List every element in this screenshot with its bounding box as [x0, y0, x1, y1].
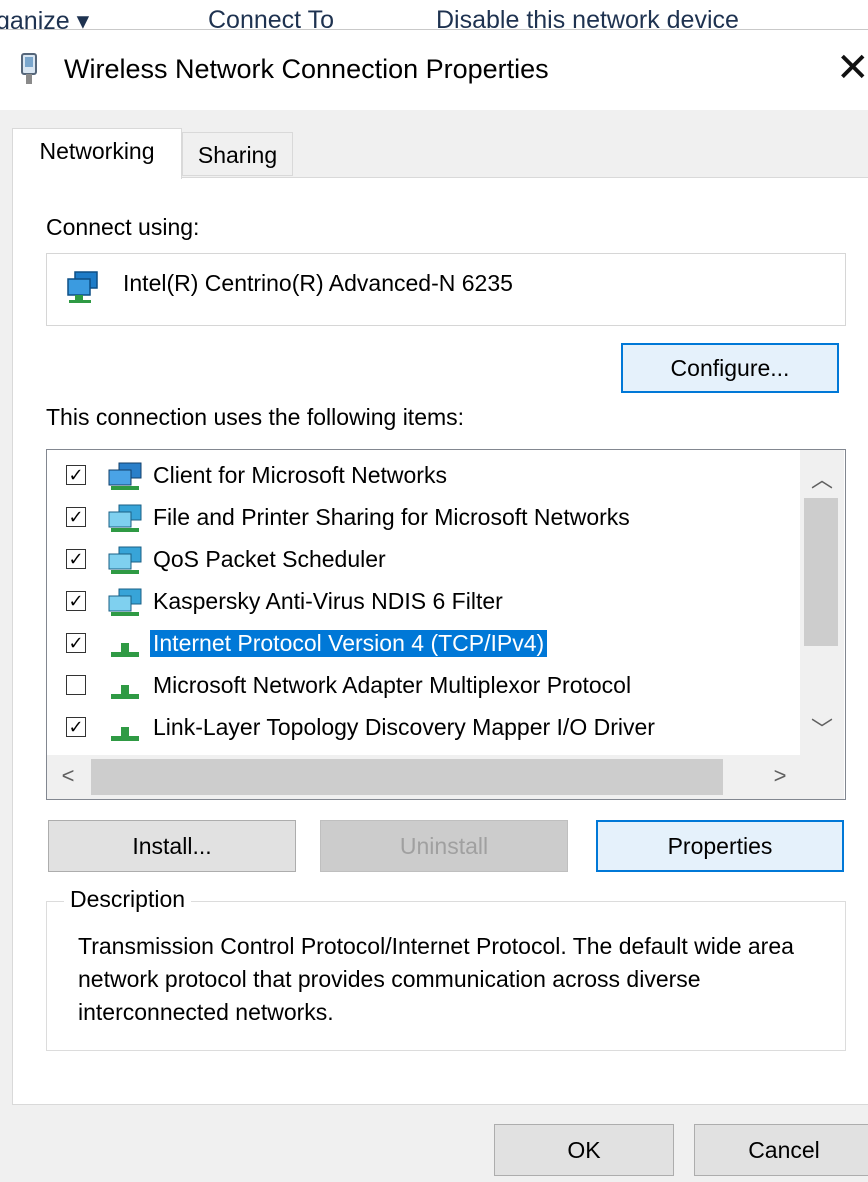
scroll-down-icon[interactable]: ﹀: [807, 712, 837, 744]
cancel-button[interactable]: Cancel: [694, 1124, 868, 1176]
background-toolbar-connect-to[interactable]: Connect To: [208, 6, 334, 30]
protocol-icon: [111, 643, 139, 657]
protocol-icon: [111, 727, 139, 741]
list-item-label: Link-Layer Topology Discovery Mapper I/O…: [153, 714, 655, 740]
background-toolbar-organize[interactable]: ganize ▾: [0, 6, 89, 30]
horizontal-scroll-thumb[interactable]: [91, 759, 723, 795]
network-client-icon: [108, 462, 142, 490]
network-adapter-icon: [21, 53, 37, 84]
network-service-icon: [108, 546, 142, 574]
uninstall-button[interactable]: Uninstall: [320, 820, 568, 872]
list-item-label: File and Printer Sharing for Microsoft N…: [153, 504, 630, 530]
checkbox[interactable]: [66, 675, 86, 695]
list-item[interactable]: ✓ File and Printer Sharing for Microsoft…: [47, 498, 807, 540]
checkbox[interactable]: ✓: [66, 507, 86, 527]
checkbox[interactable]: ✓: [66, 591, 86, 611]
configure-button[interactable]: Configure...: [621, 343, 839, 393]
adapter-name: Intel(R) Centrino(R) Advanced-N 6235: [123, 270, 513, 296]
checkbox[interactable]: ✓: [66, 717, 86, 737]
ok-button[interactable]: OK: [494, 1124, 674, 1176]
title-bar: Wireless Network Connection Properties ✕: [0, 30, 868, 110]
network-service-icon: [108, 588, 142, 616]
list-item-label: QoS Packet Scheduler: [153, 546, 386, 572]
list-item-label: Client for Microsoft Networks: [153, 462, 447, 488]
close-icon[interactable]: ✕: [836, 48, 868, 88]
scroll-up-icon[interactable]: ︿: [807, 462, 837, 494]
scroll-left-icon[interactable]: <: [53, 763, 83, 789]
background-toolbar: ganize ▾ Connect To Disable this network…: [0, 0, 868, 30]
items-label: This connection uses the following items…: [46, 404, 465, 430]
description-text: Transmission Control Protocol/Internet P…: [78, 933, 794, 1025]
list-item[interactable]: Microsoft Network Adapter Multiplexor Pr…: [47, 666, 807, 708]
list-item[interactable]: ✓ Kaspersky Anti-Virus NDIS 6 Filter: [47, 582, 807, 624]
protocol-icon: [111, 685, 139, 699]
background-toolbar-disable-device[interactable]: Disable this network device: [436, 6, 739, 30]
list-item-label: Microsoft Network Adapter Multiplexor Pr…: [153, 672, 632, 698]
scroll-corner: [800, 755, 844, 799]
list-item[interactable]: ✓ Client for Microsoft Networks: [47, 456, 807, 498]
install-button[interactable]: Install...: [48, 820, 296, 872]
list-item[interactable]: ✓ Link-Layer Topology Discovery Mapper I…: [47, 708, 807, 750]
list-item[interactable]: ✓ QoS Packet Scheduler: [47, 540, 807, 582]
network-adapter-icon: [67, 271, 98, 303]
window-title: Wireless Network Connection Properties: [64, 54, 549, 84]
connect-using-label: Connect using:: [46, 214, 200, 240]
list-item[interactable]: ✓ Internet Protocol Version 4 (TCP/IPv4): [47, 624, 807, 666]
list-item-label: Kaspersky Anti-Virus NDIS 6 Filter: [153, 588, 503, 614]
vertical-scroll-thumb[interactable]: [804, 498, 838, 646]
adapter-box: Intel(R) Centrino(R) Advanced-N 6235: [46, 253, 846, 326]
description-title: Description: [64, 886, 192, 913]
vertical-scrollbar[interactable]: ︿ ﹀: [800, 450, 844, 755]
tab-sharing[interactable]: Sharing: [182, 132, 293, 176]
tab-networking[interactable]: Networking: [12, 128, 182, 179]
list-item-label: Internet Protocol Version 4 (TCP/IPv4): [150, 630, 548, 657]
checkbox[interactable]: ✓: [66, 465, 86, 485]
checkbox[interactable]: ✓: [66, 549, 86, 569]
properties-button[interactable]: Properties: [596, 820, 844, 872]
horizontal-scrollbar[interactable]: < >: [47, 755, 800, 799]
scroll-right-icon[interactable]: >: [765, 763, 795, 789]
network-service-icon: [108, 504, 142, 532]
items-list[interactable]: ✓ Client for Microsoft Networks ✓ File a…: [46, 449, 846, 800]
checkbox[interactable]: ✓: [66, 633, 86, 653]
